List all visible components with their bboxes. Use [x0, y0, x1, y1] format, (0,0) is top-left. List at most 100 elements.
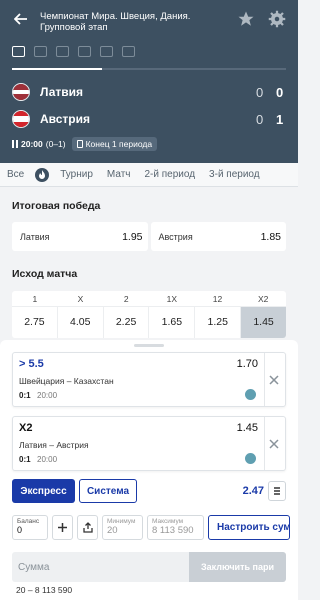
winner-section-title: Итоговая победа [12, 200, 101, 212]
view-indicator [12, 68, 286, 70]
video-view-icon[interactable] [34, 46, 47, 57]
tab-tournament[interactable]: Турнир [53, 163, 100, 186]
bet-odd: 1.70 [236, 358, 258, 370]
outcome-head: 1 [32, 294, 38, 304]
remove-bet-close-icon[interactable] [263, 417, 285, 470]
team-row-1: Латвия 0 0 [12, 82, 286, 102]
max-label: Максимум [152, 518, 184, 525]
winner-market: Латвия 1.95 Австрия 1.85 [12, 222, 286, 251]
balance-label: Баланс [17, 518, 40, 525]
system-button[interactable]: Система [79, 479, 137, 503]
board-view-icon[interactable] [122, 46, 135, 57]
whistle-icon [76, 140, 83, 148]
outcome-market: 1 X 2 1X 12 X2 2.75 4.05 2.25 1.65 1.25 … [12, 291, 286, 338]
latvia-flag-icon [12, 83, 30, 101]
settings-gear-icon[interactable] [268, 10, 288, 30]
bet-card-2: X2 1.45 Латвия – Австрия 0:1 20:00 [12, 416, 286, 471]
place-bet-button[interactable]: Заключить пари [189, 552, 286, 582]
winner-label-2: Австрия [158, 231, 193, 242]
total-odd: 2.47 [242, 485, 264, 497]
sport-ball-icon [245, 389, 256, 400]
setup-sum-button[interactable]: Настроить сумму [208, 515, 290, 540]
stake-controls: Баланс 0 Минимум 20 Максимум 8 113 590 Н… [12, 515, 298, 540]
match-status: 20:00 (0–1) Конец 1 периода [12, 137, 158, 151]
pause-icon [12, 140, 18, 148]
view-switcher [12, 46, 135, 57]
outcome-section-title: Исход матча [12, 268, 78, 280]
market-tabs: Все Турнир Матч 2-й период 3-й период [0, 163, 298, 187]
outcome-odd-1[interactable]: 2.75 [12, 307, 58, 338]
bet-odd: 1.45 [236, 422, 258, 434]
outcome-odd-1x[interactable]: 1.65 [149, 307, 196, 338]
match-time: 20:00 [21, 139, 43, 149]
tab-period-2[interactable]: 2-й период [137, 163, 202, 186]
express-button[interactable]: Экспресс [12, 479, 75, 503]
bet-score: 0:1 [19, 391, 31, 400]
match-title: Чемпионат Мира. Швеция, Дания. Групповой… [40, 11, 191, 33]
bet-time: 20:00 [37, 455, 58, 464]
match-header: Чемпионат Мира. Швеция, Дания. Групповой… [0, 0, 298, 187]
team2-period-score: 0 [256, 111, 264, 127]
field-view-2-icon[interactable] [78, 46, 91, 57]
bet-type-row: Экспресс Система 2.47 [12, 479, 286, 503]
outcome-head: 12 [212, 294, 223, 304]
bet-card-1: > 5.5 1.70 Швейцария – Казахстан 0:1 20:… [12, 352, 286, 407]
stake-input[interactable] [12, 552, 189, 582]
stats-view-icon[interactable] [100, 46, 113, 57]
favorite-star-icon[interactable] [237, 10, 257, 30]
min-value: 20 [107, 525, 118, 536]
outcome-head: X [77, 294, 84, 304]
tab-period-3[interactable]: 3-й период [202, 163, 267, 186]
period-status-text: Конец 1 периода [85, 139, 153, 149]
sport-ball-icon [245, 453, 256, 464]
info-view-icon[interactable] [12, 46, 25, 57]
period-status-badge: Конец 1 периода [71, 137, 158, 151]
field-view-icon[interactable] [56, 46, 69, 57]
bet-score: 0:1 [19, 455, 31, 464]
bet-type: > 5.5 [19, 358, 44, 370]
bet-match: Латвия – Австрия [19, 440, 89, 450]
team1-period-score: 0 [256, 84, 264, 100]
outcome-head: X2 [257, 294, 269, 304]
austria-flag-icon [12, 110, 30, 128]
outcome-odd-x[interactable]: 4.05 [58, 307, 104, 338]
tab-all[interactable]: Все [0, 163, 31, 186]
tab-match[interactable]: Матч [100, 163, 138, 186]
outcome-head: 2 [123, 294, 129, 304]
bet-match: Швейцария – Казахстан [19, 376, 114, 386]
outcome-odd-x2-selected[interactable]: 1.45 [241, 307, 286, 338]
max-stake-box: Максимум 8 113 590 [147, 515, 204, 540]
stake-row: Заключить пари [12, 552, 286, 582]
bet-type: X2 [19, 422, 33, 434]
team-row-2: Австрия 0 1 [12, 109, 286, 129]
team2-score: 1 [276, 111, 284, 127]
min-label: Минимум [107, 518, 136, 525]
outcome-odd-12[interactable]: 1.25 [195, 307, 242, 338]
winner-odd-1: 1.95 [122, 230, 143, 243]
outcome-odd-2[interactable]: 2.25 [104, 307, 150, 338]
slip-drag-handle[interactable] [134, 344, 164, 347]
balance-value: 0 [17, 525, 23, 535]
outcome-headers: 1 X 2 1X 12 X2 [12, 291, 286, 307]
winner-option-1[interactable]: Латвия 1.95 [12, 222, 148, 251]
balance-box: Баланс 0 [12, 515, 48, 540]
share-icon[interactable] [77, 515, 98, 540]
team-name-2: Австрия [40, 112, 91, 126]
min-stake-box: Минимум 20 [102, 515, 143, 540]
coupon-menu-icon[interactable] [268, 481, 286, 501]
max-value: 8 113 590 [152, 525, 194, 536]
winner-odd-2: 1.85 [260, 230, 281, 243]
outcome-head: 1X [166, 294, 178, 304]
fire-icon [35, 167, 50, 182]
back-arrow-icon[interactable] [10, 8, 32, 30]
winner-option-2[interactable]: Австрия 1.85 [150, 222, 286, 251]
outcome-odds: 2.75 4.05 2.25 1.65 1.25 1.45 [12, 307, 286, 338]
winner-label-1: Латвия [20, 231, 50, 242]
stake-range: 20 – 8 113 590 [16, 585, 73, 595]
team1-score: 0 [276, 84, 284, 100]
add-funds-plus-icon[interactable] [52, 515, 73, 540]
tab-popular[interactable] [31, 163, 53, 186]
bet-time: 20:00 [37, 391, 58, 400]
period-score: (0–1) [45, 139, 66, 149]
remove-bet-close-icon[interactable] [263, 353, 285, 406]
